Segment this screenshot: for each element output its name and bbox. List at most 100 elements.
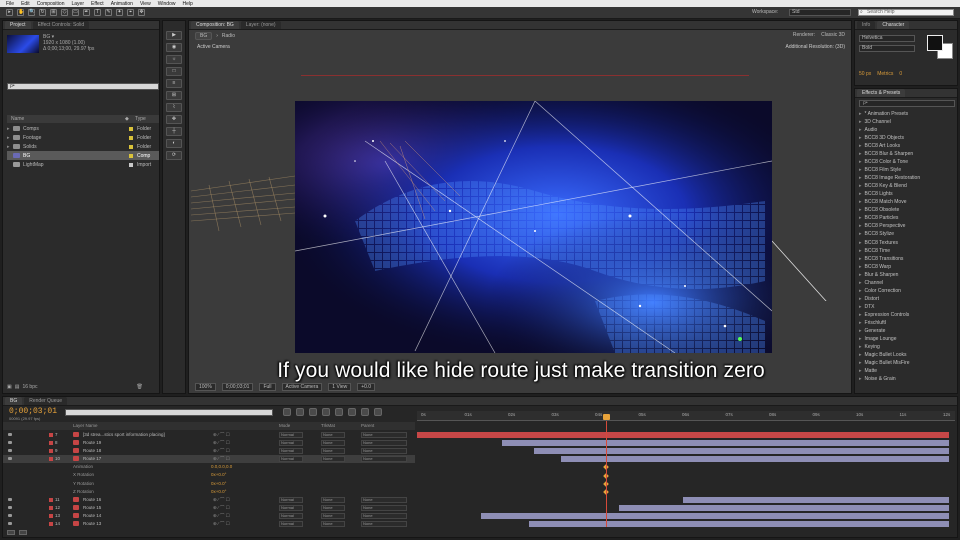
frame-blending-icon[interactable] bbox=[322, 408, 330, 416]
workspace-select[interactable]: Std bbox=[789, 9, 851, 16]
effect-category[interactable]: ▸ Generate bbox=[859, 327, 955, 335]
expand-triangle-icon[interactable]: ▸ bbox=[859, 111, 862, 117]
expand-triangle-icon[interactable]: ▸ bbox=[859, 143, 862, 149]
layer-switches[interactable]: ⊕ ⁄ ⌒ ☐ bbox=[213, 505, 230, 511]
parent-select[interactable]: None bbox=[361, 456, 407, 463]
layer-name[interactable]: Route 15 bbox=[83, 505, 101, 510]
tool-button-2[interactable]: 🔍 bbox=[28, 9, 35, 16]
tab-effect-controls[interactable]: Effect Controls: Solid bbox=[32, 21, 90, 29]
expand-triangle-icon[interactable]: ▸ bbox=[859, 240, 862, 246]
track-matte-select[interactable]: None bbox=[321, 496, 345, 503]
property-value[interactable]: 0x+0.0° bbox=[211, 489, 226, 494]
effect-category[interactable]: ▸ Distort bbox=[859, 295, 955, 303]
tool-button-3[interactable]: ↻ bbox=[39, 9, 46, 16]
expand-triangle-icon[interactable]: ▸ bbox=[859, 288, 862, 294]
layer-duration-bar[interactable] bbox=[534, 448, 949, 455]
effect-category[interactable]: ▸ BCC8 3D Objects bbox=[859, 134, 955, 142]
property-value[interactable]: 0x+0.0° bbox=[211, 472, 226, 477]
timeline-search-input[interactable] bbox=[65, 409, 273, 416]
timeline-layer-row[interactable]: 7 [3d strea...stics sport information pla… bbox=[3, 431, 415, 439]
label-color-swatch[interactable] bbox=[129, 135, 133, 140]
graph-editor-icon[interactable] bbox=[374, 408, 382, 416]
magnification-select[interactable]: 100% bbox=[195, 383, 216, 391]
expand-triangle-icon[interactable]: ▸ bbox=[859, 264, 862, 270]
label-color-swatch[interactable] bbox=[129, 153, 133, 158]
expand-triangle-icon[interactable]: ▸ bbox=[859, 199, 862, 205]
tool-button-9[interactable]: ✎ bbox=[105, 9, 112, 16]
resolution-select[interactable]: Full bbox=[259, 383, 276, 391]
blend-mode-select[interactable]: Normal bbox=[279, 496, 303, 503]
expand-triangle-icon[interactable]: ▸ bbox=[859, 248, 862, 254]
layer-name[interactable]: Route 18 bbox=[83, 448, 101, 453]
mask-icon[interactable]: ◐ bbox=[166, 139, 182, 148]
timeline-layer-row[interactable]: 14 Route 13 ⊕ ⁄ ⌒ ☐ Normal None None bbox=[3, 520, 415, 528]
effect-category[interactable]: ▸ DTX bbox=[859, 303, 955, 311]
camera-icon[interactable]: ◉ bbox=[166, 43, 182, 52]
search-help-input[interactable]: ⌕ Search Help bbox=[858, 9, 954, 16]
expand-triangle-icon[interactable]: ▸ bbox=[859, 336, 862, 342]
tool-button-11[interactable]: ⌖ bbox=[127, 9, 134, 16]
menu-view[interactable]: View bbox=[140, 1, 151, 7]
tool-button-12[interactable]: ✥ bbox=[138, 9, 145, 16]
effect-category[interactable]: ▸ BCC8 Lights bbox=[859, 190, 955, 198]
track-matte-select[interactable]: None bbox=[321, 512, 345, 519]
effects-search-input[interactable]: ρ• bbox=[859, 100, 955, 107]
track-matte-select[interactable]: None bbox=[321, 440, 345, 447]
timeline-layer-row[interactable]: 8 Route 19 ⊕ ⁄ ⌒ ☐ Normal None None bbox=[3, 439, 415, 447]
expand-triangle-icon[interactable]: ▸ bbox=[859, 183, 862, 189]
menu-animation[interactable]: Animation bbox=[111, 1, 133, 7]
expand-triangle-icon[interactable]: ▸ bbox=[859, 231, 862, 237]
expand-triangle-icon[interactable]: ▸ bbox=[859, 135, 862, 141]
expand-triangle-icon[interactable]: ▸ bbox=[859, 256, 862, 262]
effect-category[interactable]: ▸ Audio bbox=[859, 126, 955, 134]
view-layout-select[interactable]: 1 View bbox=[328, 383, 352, 391]
layer-label-color[interactable] bbox=[49, 457, 53, 462]
effect-category[interactable]: ▸ Matte bbox=[859, 367, 955, 375]
project-item[interactable]: ▸ Comps Folder bbox=[7, 124, 159, 133]
effect-category[interactable]: ▸ BCC8 Textures bbox=[859, 239, 955, 247]
col-layer-name[interactable]: Layer Name bbox=[73, 423, 98, 428]
expand-triangle-icon[interactable]: ▸ bbox=[859, 280, 862, 286]
font-style-select[interactable]: Bold bbox=[859, 45, 915, 52]
effect-category[interactable]: ▸ 3D Channel bbox=[859, 118, 955, 126]
layer-duration-bar[interactable] bbox=[683, 496, 949, 503]
visibility-eye-icon[interactable] bbox=[8, 433, 12, 436]
track-matte-select[interactable]: None bbox=[321, 456, 345, 463]
timeline-timecode[interactable]: 0;00;03;01 bbox=[9, 407, 57, 416]
timeline-layer-row[interactable]: 9 Route 18 ⊕ ⁄ ⌒ ☐ Normal None None bbox=[3, 447, 415, 455]
visibility-eye-icon[interactable] bbox=[8, 449, 12, 453]
visibility-eye-icon[interactable] bbox=[8, 513, 12, 517]
layer-label-color[interactable] bbox=[49, 513, 53, 518]
layer-switches[interactable]: ⊕ ⁄ ⌒ ☐ bbox=[213, 456, 230, 462]
parent-select[interactable]: None bbox=[361, 512, 407, 519]
tracking-value[interactable]: 0 bbox=[899, 71, 902, 77]
expand-triangle-icon[interactable]: ▸ bbox=[859, 328, 862, 334]
expand-triangle-icon[interactable]: ▸ bbox=[859, 312, 862, 318]
grid-icon[interactable]: ⊞ bbox=[166, 91, 182, 100]
effect-category[interactable]: ▸ Noise & Grain bbox=[859, 375, 955, 383]
tool-button-6[interactable]: ▭ bbox=[72, 9, 79, 16]
parent-select[interactable]: None bbox=[361, 504, 407, 511]
tool-button-8[interactable]: T bbox=[94, 9, 101, 16]
layer-switches[interactable]: ⊕ ⁄ ⌒ ☐ bbox=[213, 497, 230, 503]
tool-button-7[interactable]: ✒ bbox=[83, 9, 90, 16]
blend-mode-select[interactable]: Normal bbox=[279, 432, 303, 438]
layer-label-color[interactable] bbox=[49, 441, 53, 446]
effect-category[interactable]: ▸ BCC8 Stylize bbox=[859, 230, 955, 238]
tool-button-4[interactable]: ⊞ bbox=[50, 9, 57, 16]
menu-file[interactable]: File bbox=[6, 1, 14, 7]
effect-category[interactable]: ▸ Channel bbox=[859, 279, 955, 287]
toggle-switches-icon[interactable] bbox=[7, 530, 15, 535]
effect-category[interactable]: ▸ Magic Bullet MisFire bbox=[859, 359, 955, 367]
tab-composition[interactable]: Composition: BG bbox=[191, 21, 239, 29]
layer-property-row[interactable]: Y Rotation 0x+0.0° bbox=[3, 480, 415, 488]
blend-mode-select[interactable]: Normal bbox=[279, 440, 303, 447]
effect-category[interactable]: ▸ BCC8 Particles bbox=[859, 214, 955, 222]
tool-button-0[interactable]: ▸ bbox=[6, 9, 13, 16]
expand-triangle-icon[interactable]: ▸ bbox=[859, 127, 862, 133]
layer-switches[interactable]: ⊕ ⁄ ⌒ ☐ bbox=[213, 513, 230, 519]
project-item[interactable]: ▸ Footage Folder bbox=[7, 133, 159, 142]
expand-triangle-icon[interactable]: ▸ bbox=[859, 296, 862, 302]
layer-label-color[interactable] bbox=[49, 497, 53, 502]
label-col-icon[interactable]: ◆ bbox=[125, 115, 135, 123]
